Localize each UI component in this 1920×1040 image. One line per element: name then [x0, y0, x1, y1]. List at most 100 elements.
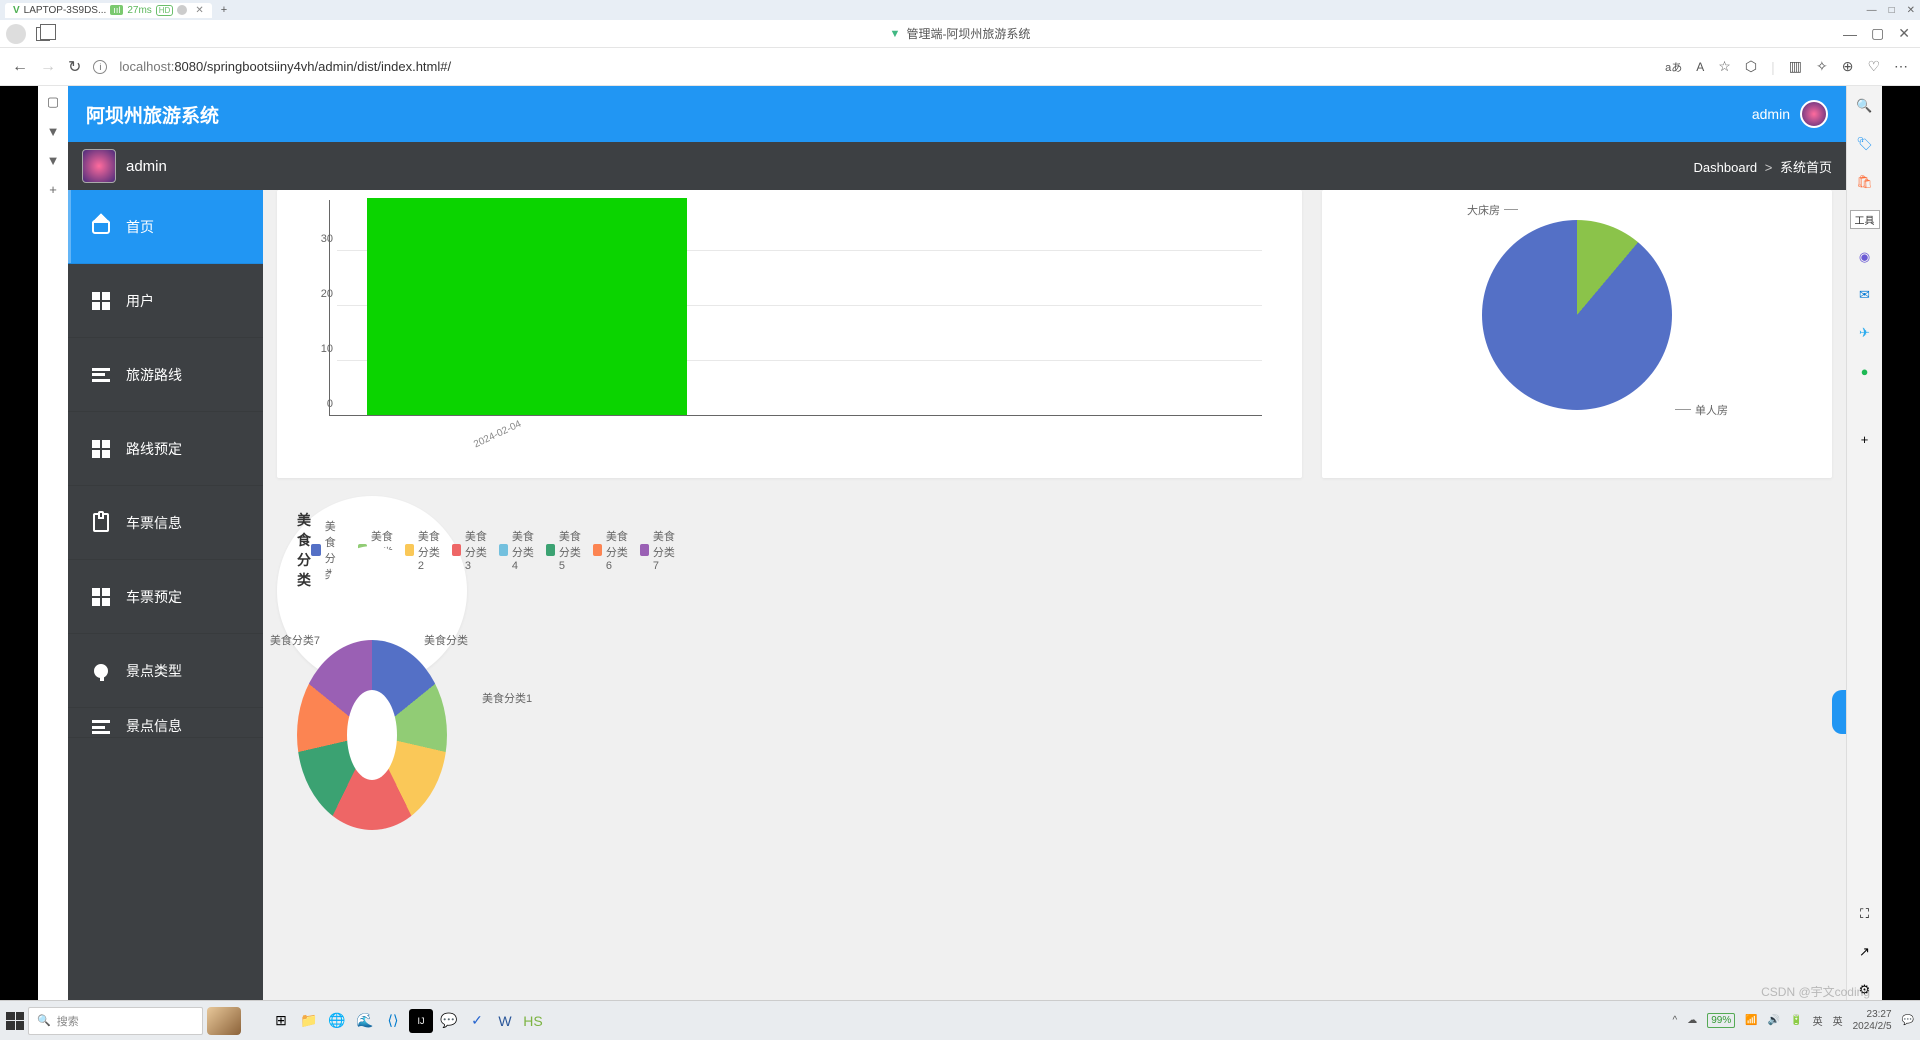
site-info-icon[interactable]: i — [93, 60, 107, 74]
outlook-icon[interactable]: ✉ — [1855, 285, 1875, 305]
rail-vue2-icon[interactable]: ▼ — [47, 153, 60, 168]
close-icon[interactable]: ✕ — [1898, 25, 1910, 42]
rail-plus-icon[interactable]: + — [1855, 429, 1875, 449]
legend-swatch-icon — [452, 544, 461, 556]
minimize-icon[interactable]: — — [1843, 26, 1857, 42]
vscode-icon[interactable]: ⟨⟩ — [381, 1009, 405, 1033]
translate-icon[interactable]: aあ — [1665, 59, 1682, 75]
donut-label-7: 美食分类7 — [270, 632, 320, 648]
ime-indicator2[interactable]: 英 — [1833, 1013, 1843, 1028]
header-user[interactable]: admin — [1752, 100, 1828, 128]
url-input[interactable]: localhost:8080/springbootsiiny4vh/admin/… — [119, 59, 1653, 74]
sidebar-item-label: 车票预定 — [126, 587, 182, 607]
screenshot-icon[interactable]: ⛶ — [1855, 904, 1875, 924]
header-username: admin — [1752, 106, 1790, 122]
app-header: 阿坝州旅游系统 admin — [68, 86, 1846, 142]
tools-button[interactable]: 工具 — [1850, 210, 1880, 229]
content-area: 0 10 20 30 2024-02-04 大床房 — [263, 190, 1846, 1001]
clock[interactable]: 23:27 2024/2/5 — [1853, 1009, 1892, 1033]
spotify-icon[interactable]: ● — [1855, 361, 1875, 381]
word-icon[interactable]: W — [493, 1009, 517, 1033]
search-icon: 🔍 — [37, 1014, 51, 1027]
notifications-icon[interactable]: 💬 — [1902, 1015, 1914, 1026]
volume-icon[interactable]: 🔊 — [1768, 1015, 1780, 1026]
grid-icon — [92, 588, 110, 606]
shop-icon[interactable]: 🛍 — [1855, 172, 1875, 192]
sidebar-item-label: 路线预定 — [126, 439, 182, 459]
rail-vue-icon[interactable]: ▼ — [47, 124, 60, 139]
bar-chart: 0 10 20 30 2024-02-04 — [337, 200, 1282, 430]
sidebar-item-label: 旅游路线 — [126, 365, 182, 385]
read-aloud-icon[interactable]: A — [1696, 60, 1704, 74]
sidebar-item-label: 用户 — [126, 291, 154, 311]
tray-chevron-icon[interactable]: ^ — [1673, 1015, 1678, 1026]
new-tab-button[interactable]: + — [215, 2, 233, 18]
sidebar-item-scenic-info[interactable]: 景点信息 — [68, 708, 263, 738]
back-button[interactable]: ← — [12, 58, 28, 76]
sidebar-item-routes[interactable]: 旅游路线 — [68, 338, 263, 412]
onedrive-icon[interactable]: ☁ — [1687, 1015, 1697, 1026]
tab-close-icon[interactable]: ✕ — [195, 5, 203, 16]
edge-icon[interactable]: 🌊 — [353, 1009, 377, 1033]
profile-avatar-icon[interactable] — [6, 24, 26, 44]
sidebar-item-ticket-booking[interactable]: 车票预定 — [68, 560, 263, 634]
forward-button: → — [40, 58, 56, 76]
telegram-icon[interactable]: ✈ — [1855, 323, 1875, 343]
side-pull-tab[interactable] — [1832, 690, 1846, 734]
downloads-icon[interactable]: ⊕ — [1842, 58, 1854, 75]
breadcrumb-bar: admin Dashboard > 系统首页 — [68, 142, 1846, 190]
more-icon[interactable]: ⋯ — [1894, 58, 1908, 75]
list-icon — [92, 368, 110, 382]
donut-title: 美食分类 — [297, 510, 311, 590]
task-view-icon[interactable]: ⊞ — [269, 1009, 293, 1033]
collections-icon[interactable]: ▥ — [1789, 58, 1802, 75]
window-close-button[interactable]: ✕ — [1907, 5, 1915, 16]
refresh-button[interactable]: ↻ — [68, 57, 81, 77]
sidebar-item-route-booking[interactable]: 路线预定 — [68, 412, 263, 486]
sidebar-item-label: 景点信息 — [126, 716, 182, 736]
tab-title: LAPTOP-3S9DS... — [24, 5, 107, 16]
favorites-bar-icon[interactable]: ✧ — [1816, 58, 1828, 75]
window-minimize-button[interactable]: — — [1867, 5, 1877, 16]
wechat-icon[interactable]: 💬 — [437, 1009, 461, 1033]
restore-icon[interactable]: ▢ — [1871, 25, 1884, 42]
rail-add-icon[interactable]: + — [49, 182, 57, 197]
hs-icon[interactable]: HS — [521, 1009, 545, 1033]
bulb-icon — [94, 664, 108, 678]
copilot-icon[interactable]: ◉ — [1855, 247, 1875, 267]
browser-tab[interactable]: V LAPTOP-3S9DS... ııl 27ms HD ✕ — [5, 3, 212, 18]
start-button[interactable] — [6, 1012, 24, 1030]
tag-icon[interactable]: 🏷 — [1855, 134, 1875, 154]
x-axis-label: 2024-02-04 — [472, 419, 523, 451]
taskbar-search[interactable]: 🔍 搜索 — [28, 1007, 203, 1035]
pie-chart-card: 大床房 单人房 — [1322, 190, 1832, 478]
idea-icon[interactable]: IJ — [409, 1009, 433, 1033]
battery-icon[interactable]: 🔋 — [1790, 1015, 1802, 1026]
performance-icon[interactable]: ♡ — [1867, 58, 1880, 75]
ime-indicator1[interactable]: 英 — [1813, 1013, 1823, 1028]
todo-icon[interactable]: ✓ — [465, 1009, 489, 1033]
search-icon[interactable]: 🔍 — [1855, 96, 1875, 116]
wifi-icon[interactable]: 📶 — [1745, 1015, 1757, 1026]
sidebar-item-home[interactable]: 首页 — [68, 190, 263, 264]
sidebar: 首页 用户 旅游路线 路线预定 车票信息 — [68, 190, 263, 1001]
legend-swatch-icon — [593, 544, 602, 556]
extension-icon[interactable]: ⬡ — [1745, 58, 1757, 75]
share-icon[interactable]: ↗ — [1855, 942, 1875, 962]
breadcrumb-dashboard[interactable]: Dashboard — [1694, 160, 1758, 175]
legend-swatch-icon — [311, 544, 321, 556]
battery-badge[interactable]: 99% — [1707, 1013, 1735, 1028]
taskbar-pie-icon[interactable] — [207, 1007, 241, 1035]
sidebar-item-tickets[interactable]: 车票信息 — [68, 486, 263, 560]
chrome-icon[interactable]: 🌐 — [325, 1009, 349, 1033]
workspaces-icon[interactable] — [36, 27, 50, 41]
sidebar-item-scenic-type[interactable]: 景点类型 — [68, 634, 263, 708]
sidebar-item-users[interactable]: 用户 — [68, 264, 263, 338]
rail-tab-icon[interactable]: ▢ — [47, 94, 59, 110]
favorite-icon[interactable]: ☆ — [1718, 58, 1731, 75]
grid-icon — [92, 440, 110, 458]
donut-label-1: 美食分类1 — [482, 690, 532, 706]
explorer-icon[interactable]: 📁 — [297, 1009, 321, 1033]
window-maximize-button[interactable]: □ — [1889, 5, 1895, 16]
donut-chart-card: 美食分类 美食分类 美食分类1 美食分类2 美食分类3 美食分类4 美食分类5 … — [277, 496, 467, 686]
